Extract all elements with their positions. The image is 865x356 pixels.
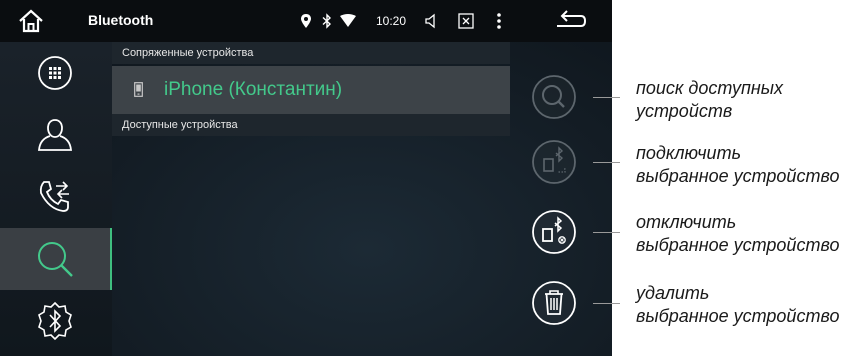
sidebar <box>0 42 112 356</box>
app-title: Bluetooth <box>88 12 154 28</box>
phone-device-icon <box>134 82 143 97</box>
callout-delete-line2: выбранное устройство <box>636 306 840 326</box>
callout-search-line1: поиск доступных <box>636 78 784 98</box>
sidebar-item-contacts[interactable] <box>0 104 110 166</box>
wifi-icon <box>340 14 356 27</box>
callout-disconnect: отключить выбранное устройство <box>636 211 839 257</box>
callout-line-disconnect <box>593 232 620 233</box>
callout-connect: подключить выбранное устройство <box>636 142 839 188</box>
volume-icon[interactable] <box>424 13 440 29</box>
paired-devices-header: Сопряженные устройства <box>112 42 510 64</box>
callout-search-line2: устройств <box>636 101 733 121</box>
clock: 10:20 <box>376 14 407 28</box>
callout-delete-line1: удалить <box>636 283 710 303</box>
paired-device-row[interactable]: iPhone (Константин) <box>112 66 510 114</box>
bluetooth-status-icon <box>322 13 332 29</box>
menu-dots-icon[interactable] <box>496 12 502 30</box>
callout-delete: удалить выбранное устройство <box>636 282 839 328</box>
callout-line-search <box>593 97 620 98</box>
disconnect-device-button[interactable] <box>531 209 577 255</box>
callout-line-connect <box>593 162 620 163</box>
home-icon[interactable] <box>16 6 46 36</box>
grid-icon <box>38 56 72 90</box>
search-devices-button[interactable] <box>531 74 577 120</box>
sidebar-item-bluetooth-settings[interactable] <box>0 290 110 352</box>
back-icon[interactable] <box>553 8 587 34</box>
connect-device-button[interactable] <box>531 139 577 185</box>
person-icon <box>38 119 72 151</box>
callout-connect-line2: выбранное устройство <box>636 166 840 186</box>
phone-transfer-icon <box>39 181 69 212</box>
search-icon <box>38 242 73 277</box>
callout-connect-line1: подключить <box>636 143 742 163</box>
sidebar-item-apps[interactable] <box>0 42 110 104</box>
callout-line-delete <box>593 303 620 304</box>
head-unit-screen: Bluetooth 10:20 Сопряженные устройства i… <box>0 0 612 356</box>
bluetooth-gear-icon <box>38 301 72 341</box>
callout-search: поиск доступных устройств <box>636 77 783 123</box>
delete-device-button[interactable] <box>531 280 577 326</box>
sidebar-item-calls[interactable] <box>0 166 110 228</box>
sidebar-item-search[interactable] <box>0 228 112 290</box>
screenshot-close-icon[interactable] <box>458 13 474 29</box>
status-bar: Bluetooth 10:20 <box>0 0 612 42</box>
paired-device-name: iPhone (Константин) <box>164 79 343 100</box>
callout-disconnect-line1: отключить <box>636 212 737 232</box>
available-devices-header: Доступные устройства <box>112 114 510 136</box>
location-icon <box>301 14 311 28</box>
callout-disconnect-line2: выбранное устройство <box>636 235 840 255</box>
